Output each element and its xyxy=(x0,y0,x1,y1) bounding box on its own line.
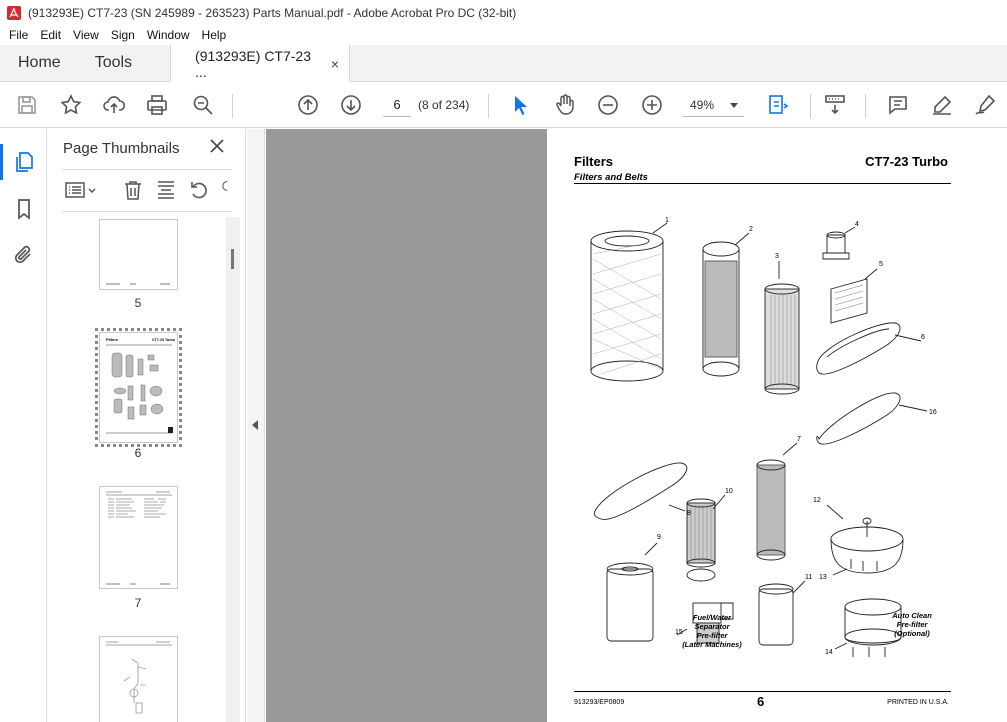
filters-illustration: 1 2 3 4 5 6 7 8 9 10 11 12 13 14 15 16 xyxy=(590,217,937,657)
callout-2: 2 xyxy=(749,226,753,233)
zoom-in-icon[interactable] xyxy=(639,92,665,118)
attachments-paperclip-icon[interactable] xyxy=(12,243,36,267)
footer-printed: PRINTED IN U.S.A. xyxy=(887,699,949,706)
menu-bar: File Edit View Sign Window Help xyxy=(0,25,1007,45)
menu-window[interactable]: Window xyxy=(141,28,196,42)
callout-8: 8 xyxy=(687,510,691,517)
comment-icon[interactable] xyxy=(885,92,911,118)
page-count-label: (8 of 234) xyxy=(418,98,470,112)
callout-11: 11 xyxy=(805,574,812,581)
window-title: (913293E) CT7-23 (SN 245989 - 263523) Pa… xyxy=(28,5,517,20)
tab-tools[interactable]: Tools xyxy=(77,45,150,81)
divider xyxy=(62,211,232,212)
next-page-icon[interactable] xyxy=(338,92,364,118)
toolbar-divider xyxy=(488,94,489,118)
previous-page-icon[interactable] xyxy=(295,92,321,118)
thumbnail-page-7[interactable] xyxy=(99,486,178,589)
acrobat-logo-icon xyxy=(7,5,21,20)
footer-page-number: 6 xyxy=(757,694,765,709)
delete-trash-icon[interactable] xyxy=(122,179,144,201)
close-icon[interactable] xyxy=(209,138,225,154)
toolbar-divider xyxy=(810,94,811,118)
page-model: CT7-23 Turbo xyxy=(865,154,948,169)
thumbnails-panel: Page Thumbnails 5 Filters CT7-23 Turbo 6… xyxy=(48,129,246,722)
menu-help[interactable]: Help xyxy=(196,28,233,42)
extract-pages-icon[interactable] xyxy=(155,179,177,201)
zoom-level-value: 49% xyxy=(690,98,715,112)
zoom-level-select[interactable]: 49% xyxy=(682,93,744,117)
save-icon[interactable] xyxy=(14,92,40,118)
bookmarks-icon[interactable] xyxy=(12,197,36,221)
rotate-counterclockwise-icon[interactable] xyxy=(188,179,210,201)
thumbnail-label: 7 xyxy=(134,596,142,610)
tab-home[interactable]: Home xyxy=(0,45,77,81)
scroll-mode-icon[interactable] xyxy=(822,92,848,118)
callout-6: 6 xyxy=(921,334,925,341)
menu-file[interactable]: File xyxy=(3,28,34,42)
thumbnail-scrollbar-thumb[interactable] xyxy=(231,249,234,269)
thumbnail-list: 5 Filters CT7-23 Turbo 6 7 xyxy=(48,213,232,722)
tab-document[interactable]: (913293E) CT7-23 ... × xyxy=(170,45,351,83)
thumbnail-page-5[interactable] xyxy=(99,219,178,290)
callout-3: 3 xyxy=(775,253,779,260)
panel-title: Page Thumbnails xyxy=(63,140,180,157)
footer-rule xyxy=(574,691,951,692)
callout-4: 4 xyxy=(855,221,859,228)
thumbnail-page-8[interactable] xyxy=(99,636,178,722)
panel-collapse-toggle[interactable] xyxy=(247,129,265,722)
document-view[interactable]: Filters CT7-23 Turbo Filters and Belts 1… xyxy=(266,129,1007,722)
header-rule xyxy=(574,183,951,184)
page-thumbnails-icon[interactable] xyxy=(0,144,36,180)
callout-12: 12 xyxy=(813,497,821,504)
callout-9: 9 xyxy=(657,534,661,541)
rotate-clockwise-icon[interactable] xyxy=(219,179,233,201)
zoom-out-icon[interactable] xyxy=(595,92,621,118)
menu-edit[interactable]: Edit xyxy=(34,28,67,42)
callout-5: 5 xyxy=(879,261,883,268)
svg-text:Filters: Filters xyxy=(106,337,119,342)
callout-13: 13 xyxy=(819,574,827,581)
bookmark-star-icon[interactable] xyxy=(58,92,84,118)
navigation-rail xyxy=(0,129,47,722)
toolbar-divider xyxy=(232,94,233,118)
thumbnail-page-6[interactable]: Filters CT7-23 Turbo xyxy=(95,328,182,447)
thumbnail-label: 6 xyxy=(134,446,142,460)
pdf-page: Filters CT7-23 Turbo Filters and Belts 1… xyxy=(547,129,1007,722)
callout-1: 1 xyxy=(665,217,669,224)
select-cursor-icon[interactable] xyxy=(508,92,534,118)
page-layout-icon[interactable] xyxy=(765,92,791,118)
page-number-input[interactable]: 6 xyxy=(383,93,411,117)
highlight-pen-icon[interactable] xyxy=(929,92,955,118)
thumbnail-toolbar xyxy=(62,177,234,207)
tab-bar: Home Tools (913293E) CT7-23 ... × xyxy=(0,45,1007,83)
callout-7: 7 xyxy=(797,436,801,443)
svg-text:CT7-23 Turbo: CT7-23 Turbo xyxy=(152,338,176,342)
print-icon[interactable] xyxy=(144,92,170,118)
menu-view[interactable]: View xyxy=(67,28,105,42)
toolbar: 6 (8 of 234) 49% xyxy=(0,82,1007,128)
hand-tool-icon[interactable] xyxy=(552,92,578,118)
tab-document-label: (913293E) CT7-23 ... xyxy=(195,48,311,80)
callout-16: 16 xyxy=(929,409,937,416)
chevron-left-icon xyxy=(252,420,258,430)
callout-10: 10 xyxy=(725,488,733,495)
divider xyxy=(62,169,232,170)
chevron-down-icon xyxy=(730,103,738,108)
tab-close-icon[interactable]: × xyxy=(331,56,339,72)
footer-doc-number: 913293/EP0809 xyxy=(574,699,625,706)
toolbar-divider xyxy=(865,94,866,118)
caption-auto-clean-prefilter: Auto Clean Pre-filter (Optional) xyxy=(892,611,932,638)
search-zoom-icon[interactable] xyxy=(190,92,216,118)
page-heading: Filters xyxy=(574,154,614,169)
options-menu-icon[interactable] xyxy=(64,179,98,201)
caption-fuel-water-separator: Fuel/Water Separator Pre-filter (Later M… xyxy=(682,613,742,649)
thumbnail-scrollbar[interactable] xyxy=(226,217,240,722)
upload-icon[interactable] xyxy=(101,92,127,118)
callout-14: 14 xyxy=(825,649,833,656)
page-subheading: Filters and Belts xyxy=(574,172,648,183)
sign-pen-icon[interactable] xyxy=(972,92,998,118)
thumbnail-label: 5 xyxy=(134,296,142,310)
menu-sign[interactable]: Sign xyxy=(105,28,141,42)
title-bar: (913293E) CT7-23 (SN 245989 - 263523) Pa… xyxy=(0,0,1007,25)
